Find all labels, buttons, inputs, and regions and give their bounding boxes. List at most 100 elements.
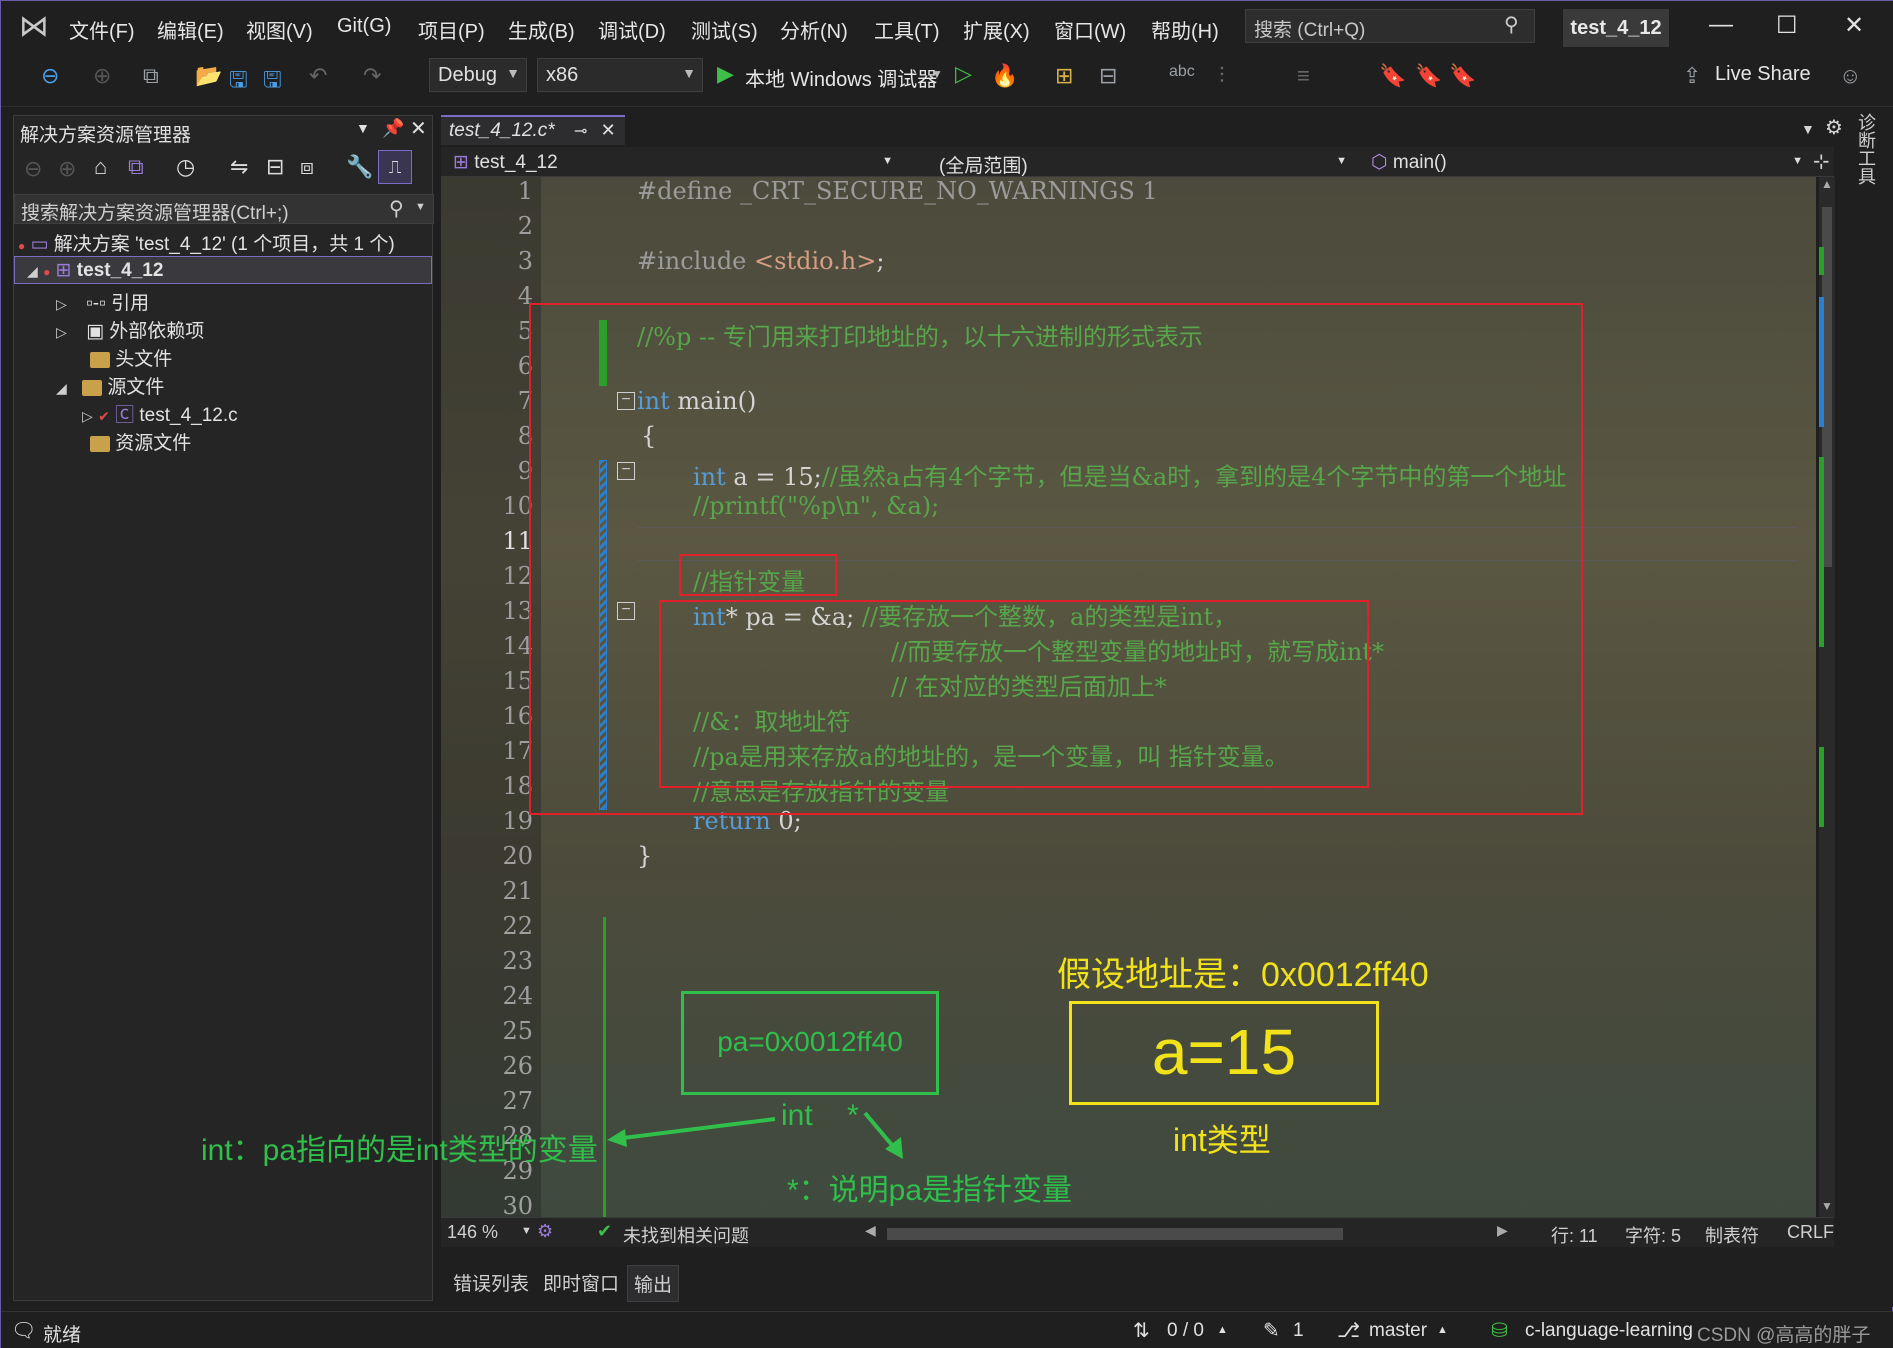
tab-output[interactable]: 输出 (627, 1265, 680, 1302)
show-all-files-icon[interactable]: ⧈ (300, 154, 314, 180)
bookmark-prev-icon[interactable]: 🔖 (1415, 63, 1442, 89)
sync-icon[interactable]: ⇋ (230, 154, 248, 180)
scroll-down-icon[interactable]: ▼ (1821, 1199, 1833, 1213)
pending-changes-icon[interactable]: ◷ (176, 154, 195, 180)
horizontal-scrollbar-thumb[interactable] (887, 1228, 1343, 1240)
back-icon[interactable]: ⊖ (41, 63, 59, 89)
expanded-arrow-icon[interactable]: ◢ (56, 380, 67, 396)
bookmark-next-icon[interactable]: 🔖 (1449, 63, 1476, 89)
layout-icon[interactable]: ⊟ (1099, 63, 1117, 89)
indent-mode[interactable]: 制表符 (1705, 1222, 1759, 1248)
menu-help[interactable]: 帮助(H) (1151, 15, 1219, 44)
menu-file[interactable]: 文件(F) (69, 15, 135, 44)
menu-analyze[interactable]: 分析(N) (780, 15, 848, 44)
start-without-debug-icon[interactable]: ▷ (955, 61, 972, 87)
hot-reload-icon[interactable]: 🔥 (991, 63, 1018, 89)
intellicode-icon[interactable]: ⚙ (537, 1221, 553, 1242)
cursor-row[interactable]: 行: 11 (1551, 1222, 1598, 1248)
tree-node-resources[interactable]: 资源文件 (90, 428, 191, 455)
preview-icon[interactable]: ⎍ (378, 150, 412, 184)
pin-icon[interactable]: 📌 (382, 118, 404, 139)
switch-view-icon[interactable]: ⧉ (128, 154, 144, 180)
menu-tools[interactable]: 工具(T) (874, 15, 940, 44)
chevron-down-icon[interactable]: ▼ (931, 67, 943, 81)
tab-immediate-window[interactable]: 即时窗口 (543, 1269, 619, 1296)
home-icon[interactable]: ⌂ (94, 154, 107, 180)
tab-error-list[interactable]: 错误列表 (453, 1269, 529, 1296)
start-debug-button[interactable]: 本地 Windows 调试器 (745, 63, 937, 92)
diagnostics-tool-tab[interactable]: 诊断工具 (1855, 113, 1877, 185)
solution-search-input[interactable]: 搜索解决方案资源管理器(Ctrl+;) ⚲ ▼ (14, 194, 434, 224)
bookmark-icon[interactable]: 🔖 (1379, 63, 1406, 89)
chevron-down-icon[interactable]: ▼ (415, 201, 426, 213)
minimize-icon[interactable]: — (1709, 11, 1733, 39)
browse-folder-icon[interactable]: ⊞ (1055, 63, 1073, 89)
tab-list-dropdown-icon[interactable]: ▼ (1801, 121, 1815, 137)
config-select[interactable]: Debug ▼ (429, 58, 527, 92)
search-input[interactable]: 搜索 (Ctrl+Q) ⚲ (1245, 9, 1535, 43)
tab-test-4-12-c[interactable]: test_4_12.c* ⊸ ✕ (441, 115, 625, 145)
collapsed-arrow-icon[interactable]: ▷ (82, 408, 93, 424)
new-project-icon[interactable]: ⧉ (143, 63, 159, 89)
split-icon[interactable]: ⊹ (1813, 149, 1830, 174)
menu-git[interactable]: Git(G) (337, 15, 391, 38)
redo-icon[interactable]: ↷ (363, 63, 381, 89)
nav-function-dropdown[interactable]: ⬡ main() ▼ (1363, 149, 1809, 175)
menu-debug[interactable]: 调试(D) (598, 15, 666, 44)
comment-icon[interactable]: ⫶ (1219, 63, 1225, 89)
menu-view[interactable]: 视图(V) (246, 15, 313, 44)
tree-node-headers[interactable]: 头文件 (90, 344, 172, 371)
close-icon[interactable]: ✕ (1844, 11, 1864, 40)
git-sync-count[interactable]: 0 / 0 (1167, 1320, 1204, 1342)
menu-window[interactable]: 窗口(W) (1054, 15, 1126, 44)
collapsed-arrow-icon[interactable]: ▷ (56, 296, 67, 312)
nav-project-dropdown[interactable]: ⊞ test_4_12 ▼ (445, 149, 899, 175)
menu-build[interactable]: 生成(B) (508, 15, 575, 44)
vertical-scrollbar[interactable]: ▲ ▼ (1819, 177, 1835, 1217)
menu-edit[interactable]: 编辑(E) (157, 15, 224, 44)
back-icon[interactable]: ⊖ (24, 156, 42, 182)
scroll-right-icon[interactable]: ▶ (1497, 1222, 1508, 1239)
collapsed-arrow-icon[interactable]: ▷ (56, 324, 67, 340)
tree-node-source-file[interactable]: ▷ ✔ 🄲 test_4_12.c (82, 400, 238, 427)
start-debug-icon[interactable]: ▶ (717, 61, 734, 87)
line-ending[interactable]: CRLF (1787, 1222, 1834, 1243)
scroll-up-icon[interactable]: ▲ (1821, 177, 1833, 191)
forward-icon[interactable]: ⊕ (93, 63, 111, 89)
undo-icon[interactable]: ↶ (309, 63, 327, 89)
dropdown-icon[interactable]: ▼ (356, 120, 370, 136)
tree-solution[interactable]: ● ▭ 解决方案 'test_4_12' (1 个项目，共 1 个) (18, 229, 395, 256)
issues-status[interactable]: 未找到相关问题 (623, 1222, 749, 1248)
repository-name[interactable]: c-language-learning (1525, 1320, 1693, 1342)
save-icon[interactable]: 🖫 (229, 63, 248, 101)
save-all-icon[interactable]: 🖫 (263, 63, 282, 101)
menu-project[interactable]: 项目(P) (418, 15, 485, 44)
expanded-arrow-icon[interactable]: ◢ (27, 263, 38, 279)
open-folder-icon[interactable]: 📂 (195, 63, 222, 89)
cursor-col[interactable]: 字符: 5 (1625, 1222, 1681, 1248)
outdent-icon[interactable]: ≡ (1297, 63, 1310, 89)
menu-test[interactable]: 测试(S) (691, 15, 758, 44)
code-editor[interactable]: 1 2 3 4 5 6 7 8 9 10 11 12 13 14 15 16 1… (441, 177, 1816, 1217)
chevron-down-icon[interactable]: ▼ (521, 1225, 532, 1237)
menu-extensions[interactable]: 扩展(X) (963, 15, 1030, 44)
scroll-left-icon[interactable]: ◀ (865, 1222, 876, 1239)
live-share-button[interactable]: Live Share (1715, 63, 1811, 86)
git-branch[interactable]: master (1369, 1320, 1427, 1342)
feedback-icon[interactable]: ☺ (1839, 63, 1861, 89)
chevron-up-icon[interactable]: ▲ (1217, 1324, 1228, 1336)
tree-node-external-deps[interactable]: ▷ ▣ 外部依赖项 (56, 316, 204, 343)
pin-tab-icon[interactable]: ⊸ (574, 123, 587, 140)
tree-project[interactable]: ◢ ● ⊞ test_4_12 (14, 256, 432, 284)
zoom-level[interactable]: 146 % (447, 1222, 498, 1243)
forward-icon[interactable]: ⊕ (58, 156, 76, 182)
tree-node-references[interactable]: ▷ ▫-▫ 引用 (56, 288, 149, 315)
close-panel-icon[interactable]: ✕ (410, 116, 427, 141)
pending-edits-count[interactable]: 1 (1293, 1320, 1304, 1342)
tree-node-sources[interactable]: ◢ 源文件 (56, 372, 164, 399)
live-share-icon[interactable]: ⇪ (1683, 63, 1701, 89)
nav-scope-dropdown[interactable]: (全局范围) ▼ (909, 149, 1353, 177)
spell-check-icon[interactable]: abc (1169, 63, 1195, 81)
platform-select[interactable]: x86 ▼ (537, 58, 703, 92)
chevron-up-icon[interactable]: ▲ (1437, 1324, 1448, 1336)
